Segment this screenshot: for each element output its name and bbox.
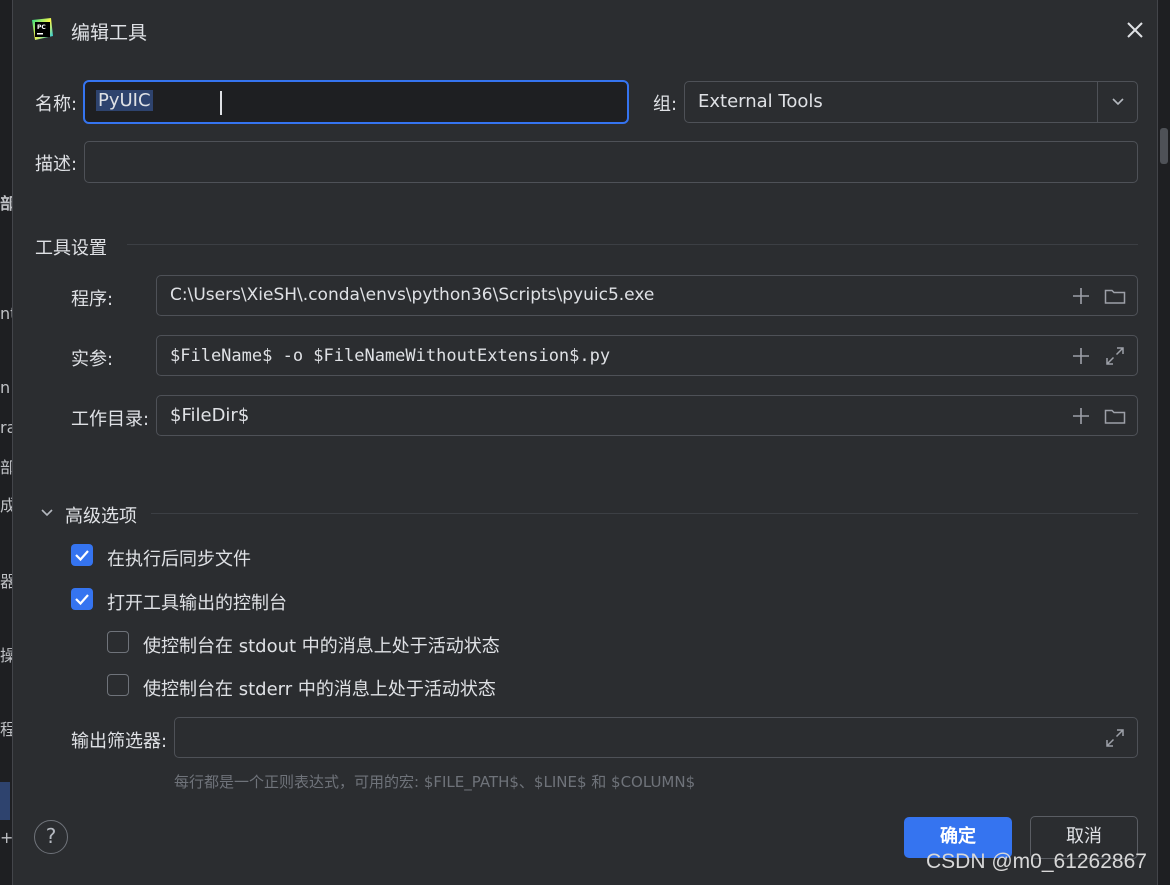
background-text: +	[0, 828, 12, 847]
background-text: 器	[0, 572, 12, 591]
background-text: 部	[0, 458, 12, 477]
section-divider	[151, 513, 1138, 514]
working-dir-input[interactable]: $FileDir$	[156, 395, 1138, 436]
activate-stdout-checkbox[interactable]	[107, 631, 129, 653]
expand-icon[interactable]	[1103, 726, 1127, 750]
dropdown-divider	[1097, 82, 1098, 122]
edit-tool-dialog: PC 编辑工具 名称: PyUIC 组: External Tools 描述: …	[12, 0, 1158, 885]
chevron-down-icon[interactable]	[1107, 91, 1129, 113]
output-filters-label: 输出筛选器:	[71, 731, 168, 752]
program-label: 程序:	[71, 289, 114, 310]
section-divider	[127, 244, 1138, 245]
background-text: 部	[0, 194, 12, 213]
tool-settings-heading: 工具设置	[35, 238, 107, 259]
help-icon[interactable]: ?	[34, 820, 68, 854]
background-text: nt	[0, 304, 12, 323]
program-input-value: C:\Users\XieSH\.conda\envs\python36\Scri…	[170, 285, 655, 305]
plus-icon[interactable]	[1069, 344, 1093, 368]
open-console-label: 打开工具输出的控制台	[107, 593, 287, 614]
dialog-title: 编辑工具	[71, 22, 148, 44]
description-input[interactable]	[84, 141, 1138, 183]
close-icon[interactable]	[1123, 18, 1147, 42]
group-label: 组:	[653, 94, 678, 115]
pycharm-logo-icon: PC	[29, 16, 55, 42]
arguments-input-value: $FileName$ -o $FileNameWithoutExtension$…	[170, 346, 611, 366]
background-text: 操作	[0, 646, 12, 665]
output-filters-hint: 每行都是一个正则表达式，可用的宏: $FILE_PATH$、$LINE$ 和 $…	[174, 773, 696, 791]
folder-icon[interactable]	[1103, 284, 1127, 308]
arguments-input[interactable]: $FileName$ -o $FileNameWithoutExtension$…	[156, 335, 1138, 376]
chevron-down-icon[interactable]	[37, 502, 57, 522]
folder-icon[interactable]	[1103, 404, 1127, 428]
background-text: 程序	[0, 720, 12, 739]
activate-stdout-label: 使控制台在 stdout 中的消息上处于活动状态	[143, 636, 500, 657]
background-text: n	[0, 378, 11, 397]
expand-icon[interactable]	[1103, 344, 1127, 368]
svg-text:PC: PC	[37, 24, 46, 31]
working-dir-label: 工作目录:	[71, 409, 150, 430]
arguments-label: 实参:	[71, 349, 114, 370]
group-dropdown-value: External Tools	[698, 91, 823, 112]
checkmark-icon	[75, 550, 89, 562]
text-cursor	[220, 91, 222, 115]
program-input[interactable]: C:\Users\XieSH\.conda\envs\python36\Scri…	[156, 275, 1138, 316]
watermark: CSDN @m0_61262867	[926, 850, 1147, 873]
activate-stderr-label: 使控制台在 stderr 中的消息上处于活动状态	[143, 679, 496, 700]
open-console-checkbox[interactable]	[71, 588, 93, 610]
checkmark-icon	[75, 594, 89, 606]
advanced-options-heading[interactable]: 高级选项	[65, 502, 137, 528]
sync-files-checkbox[interactable]	[71, 544, 93, 566]
name-input[interactable]: PyUIC	[83, 80, 629, 124]
background-text: 成	[0, 496, 12, 515]
background-window: 部 nt n ra 部 成 器 操作 程序 +	[0, 0, 12, 885]
activate-stderr-checkbox[interactable]	[107, 674, 129, 696]
name-input-value: PyUIC	[96, 90, 153, 111]
name-label: 名称:	[35, 94, 78, 115]
description-label: 描述:	[35, 154, 78, 175]
working-dir-input-value: $FileDir$	[170, 405, 250, 426]
background-text: ra	[0, 418, 12, 437]
plus-icon[interactable]	[1069, 284, 1093, 308]
sync-files-label: 在执行后同步文件	[107, 549, 251, 570]
group-dropdown[interactable]: External Tools	[684, 81, 1138, 123]
output-filters-input[interactable]	[174, 717, 1138, 758]
background-selection	[0, 782, 10, 820]
background-scrollbar	[1160, 128, 1168, 164]
plus-icon[interactable]	[1069, 404, 1093, 428]
